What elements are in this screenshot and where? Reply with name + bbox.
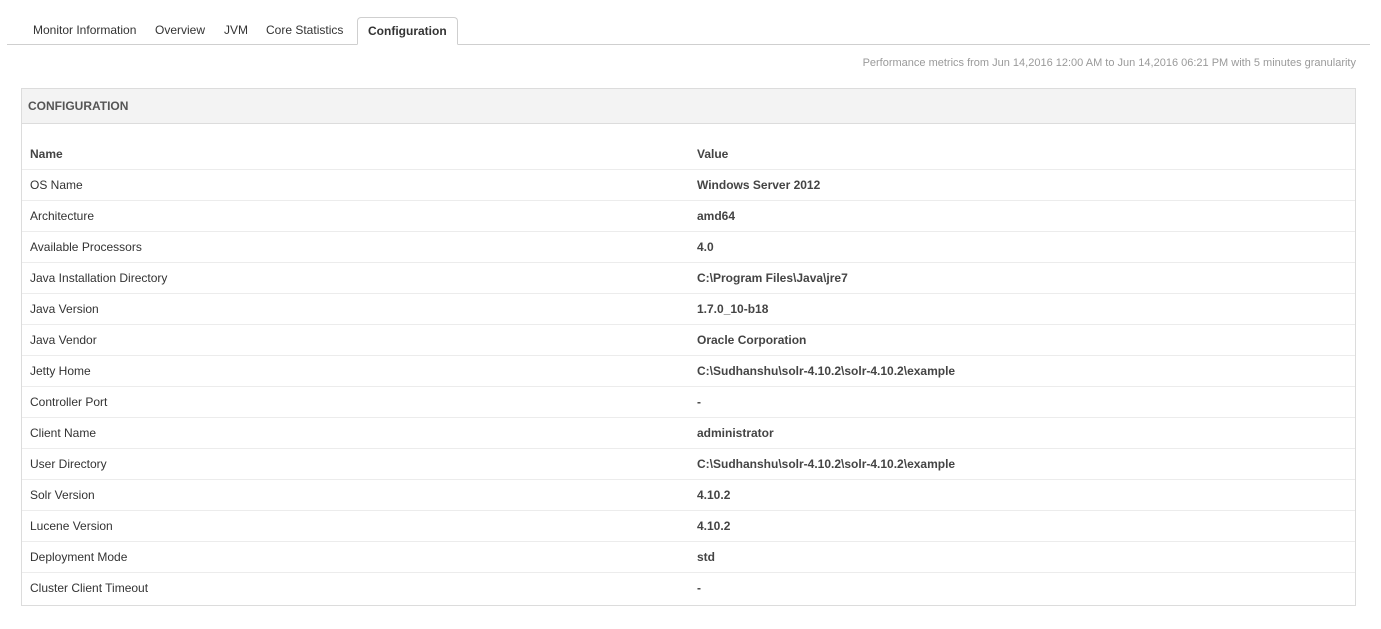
config-name-cell: Client Name (22, 417, 689, 449)
configuration-table: Name Value OS Name Windows Server 2012 A… (22, 139, 1355, 603)
table-row: Controller Port - (22, 386, 1355, 418)
config-name-cell: Java Vendor (22, 324, 689, 356)
config-value-cell: 4.10.2 (689, 510, 1355, 542)
table-row: Java Version 1.7.0_10-b18 (22, 293, 1355, 325)
table-row: Deployment Mode std (22, 541, 1355, 573)
table-row: Java Vendor Oracle Corporation (22, 324, 1355, 356)
config-name-cell: OS Name (22, 169, 689, 201)
config-value-cell: C:\Program Files\Java\jre7 (689, 262, 1355, 294)
tab-jvm[interactable]: JVM (224, 17, 248, 43)
table-header-row: Name Value (22, 139, 1355, 170)
config-value-cell: 4.10.2 (689, 479, 1355, 511)
config-name-cell: Architecture (22, 200, 689, 232)
tab-overview[interactable]: Overview (155, 17, 205, 43)
config-name-cell: Available Processors (22, 231, 689, 263)
config-name-cell: Deployment Mode (22, 541, 689, 573)
config-name-cell: Java Version (22, 293, 689, 325)
configuration-panel: CONFIGURATION Name Value OS Name Windows… (21, 88, 1356, 606)
config-name-cell: Controller Port (22, 386, 689, 418)
config-value-cell: 4.0 (689, 231, 1355, 263)
config-value-cell: administrator (689, 417, 1355, 449)
column-header-name: Name (22, 139, 689, 170)
table-row: Architecture amd64 (22, 200, 1355, 232)
config-name-cell: Cluster Client Timeout (30, 581, 149, 595)
config-value-cell: - (697, 581, 701, 595)
table-row: Client Name administrator (22, 417, 1355, 449)
table-row: Solr Version 4.10.2 (22, 479, 1355, 511)
config-name-cell: Solr Version (22, 479, 689, 511)
table-row: Jetty Home C:\Sudhanshu\solr-4.10.2\solr… (22, 355, 1355, 387)
tab-bar: Monitor Information Overview JVM Core St… (7, 17, 1370, 45)
config-value-cell: C:\Sudhanshu\solr-4.10.2\solr-4.10.2\exa… (689, 355, 1355, 387)
performance-metrics-note: Performance metrics from Jun 14,2016 12:… (862, 57, 1356, 69)
table-row: Available Processors 4.0 (22, 231, 1355, 263)
panel-title: CONFIGURATION (22, 89, 1355, 124)
table-row: Lucene Version 4.10.2 (22, 510, 1355, 542)
table-row: Cluster Client Timeout - (22, 573, 1355, 604)
config-name-cell: Lucene Version (22, 510, 689, 542)
tab-core-statistics[interactable]: Core Statistics (266, 17, 343, 43)
config-name-cell: Java Installation Directory (22, 262, 689, 294)
config-value-cell: Windows Server 2012 (689, 169, 1355, 201)
table-row: Java Installation Directory C:\Program F… (22, 262, 1355, 294)
config-value-cell: - (689, 386, 1355, 418)
column-header-value: Value (689, 139, 1355, 170)
tab-configuration[interactable]: Configuration (357, 17, 458, 45)
config-value-cell: std (689, 541, 1355, 573)
config-value-cell: C:\Sudhanshu\solr-4.10.2\solr-4.10.2\exa… (689, 448, 1355, 480)
tab-monitor-information[interactable]: Monitor Information (33, 17, 136, 43)
config-value-cell: Oracle Corporation (689, 324, 1355, 356)
config-name-cell: User Directory (22, 448, 689, 480)
config-value-cell: amd64 (689, 200, 1355, 232)
table-row: OS Name Windows Server 2012 (22, 169, 1355, 201)
config-value-cell: 1.7.0_10-b18 (689, 293, 1355, 325)
table-row: User Directory C:\Sudhanshu\solr-4.10.2\… (22, 448, 1355, 480)
config-name-cell: Jetty Home (22, 355, 689, 387)
